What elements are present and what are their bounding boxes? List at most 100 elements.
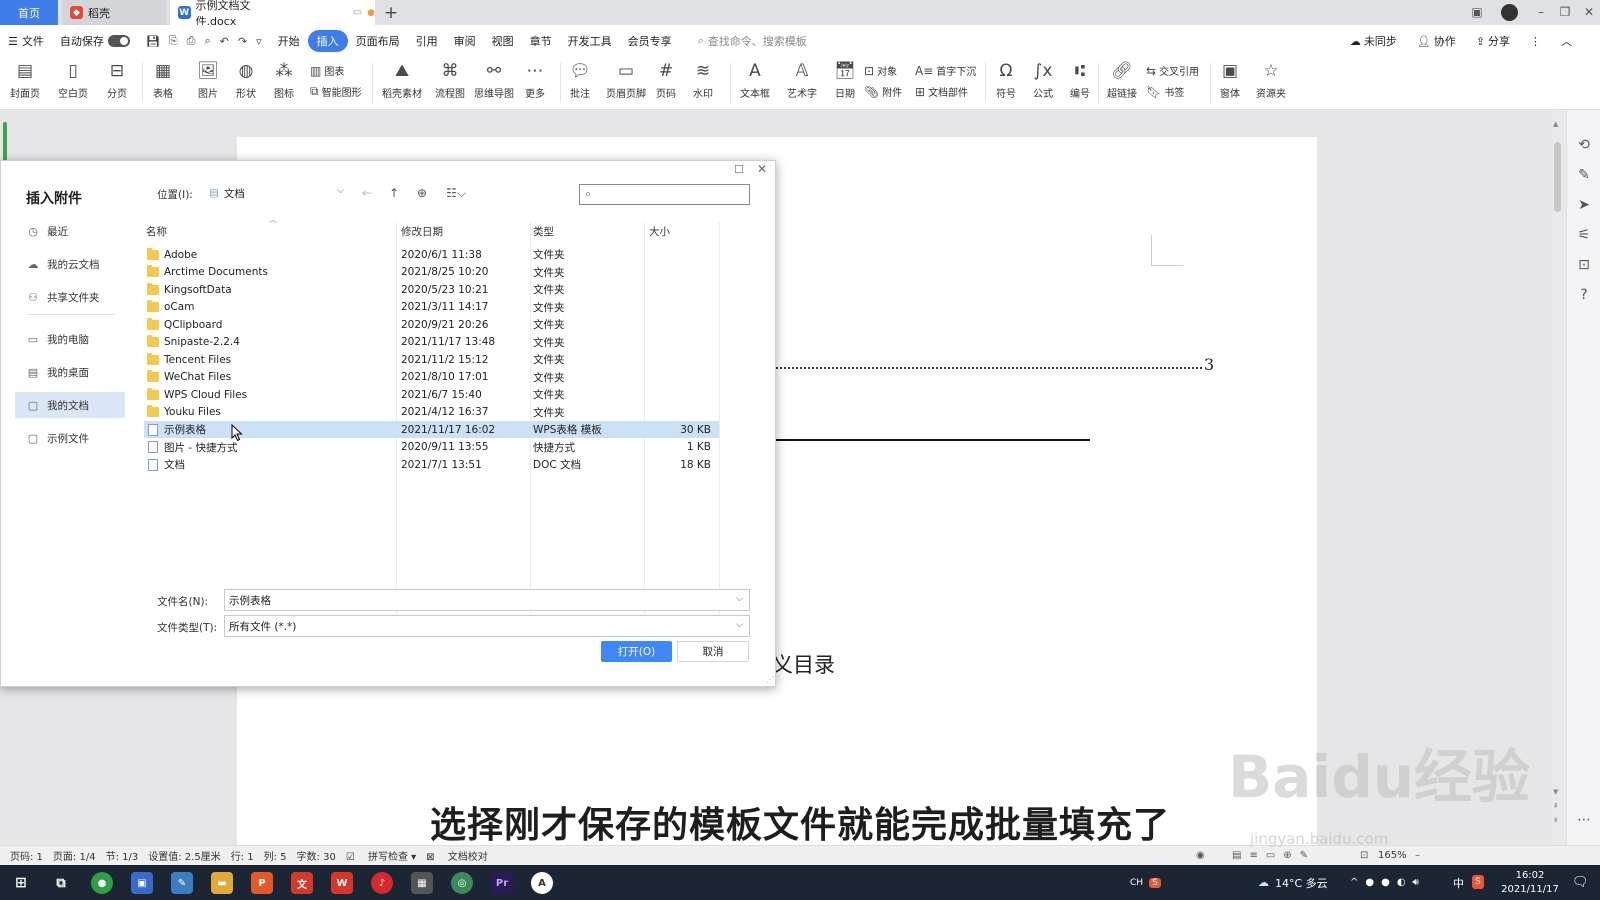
page-number-button[interactable]: # 页码 — [655, 60, 677, 100]
music-app-icon[interactable]: ♪ — [371, 872, 393, 894]
date-button[interactable]: 📅︎ 日期 — [834, 60, 856, 100]
tray-icons[interactable]: ^●●◐🔊︎ — [1350, 865, 1426, 900]
resources-button[interactable]: ☆ 资源夹 — [1256, 60, 1286, 100]
blank-page-button[interactable]: ▯ 空白页 — [58, 60, 88, 100]
more-button[interactable]: ⋯ 更多 — [524, 60, 546, 100]
up-folder-icon[interactable]: ↑ — [385, 184, 403, 202]
page-break-button[interactable]: ⊟ 分页 — [106, 60, 128, 100]
icon-button[interactable]: ⁂ 图标 — [273, 60, 295, 100]
picture-button[interactable]: 🖼︎ 图片 — [197, 60, 219, 100]
ribbon-tab[interactable]: 会员专享 — [620, 30, 680, 52]
file-row[interactable]: 文档 2021/7/1 13:51 DOC 文档 18 KB — [144, 456, 719, 473]
back-icon[interactable]: ← — [358, 184, 376, 202]
more-options-icon[interactable]: ⋯ — [1574, 810, 1594, 830]
window-layout-icon[interactable]: ▣ — [1464, 2, 1490, 22]
chevron-down-icon[interactable]: ⌵ — [736, 620, 743, 630]
dropcap-button[interactable]: A≡ 首字下沉 — [915, 63, 976, 79]
tab-document[interactable]: W 示例文档文件.docx ▭ ● — [170, 0, 375, 28]
vertical-scrollbar[interactable]: ▲ ▼ ⇞ ⇟ — [1553, 120, 1562, 830]
smartart-button[interactable]: ⧉ 智能图形 — [310, 84, 362, 99]
ribbon-tab[interactable]: 审阅 — [446, 30, 484, 52]
avatar[interactable] — [1501, 4, 1518, 21]
new-tab-button[interactable]: + — [380, 2, 402, 24]
autosave-toggle[interactable]: 自动保存 — [52, 30, 138, 52]
ime-language[interactable]: 中 — [1453, 865, 1464, 900]
chrome-icon[interactable]: ● — [91, 872, 113, 894]
file-row[interactable]: WeChat Files 2021/8/10 17:01 文件夹 — [144, 369, 719, 386]
sidebar-item[interactable]: ▭ 我的电脑 — [15, 326, 125, 352]
collapse-ribbon-icon[interactable]: ︿ — [1553, 30, 1580, 52]
scroll-up-icon[interactable]: ▲ — [1553, 120, 1558, 128]
status-pages[interactable]: 页面: 1/4 — [53, 848, 96, 863]
tab-home[interactable]: 首页 — [0, 0, 58, 25]
ribbon-tab[interactable]: 页面布局 — [348, 30, 408, 52]
save-icon[interactable]: 💾︎ — [146, 35, 160, 48]
wordart-button[interactable]: 𝔸 艺术字 — [787, 60, 817, 100]
command-search[interactable]: ⌕ 查找命令、搜索模板 — [690, 30, 815, 52]
ime-indicator[interactable]: CH S — [1130, 865, 1161, 900]
tab-daoke[interactable]: ◆ 稻壳 — [62, 0, 166, 25]
preview-icon[interactable]: ⌕ — [204, 34, 210, 48]
presentation-icon[interactable]: P — [251, 872, 273, 894]
restore-button[interactable]: ❐ — [1552, 2, 1578, 22]
column-date[interactable]: 修改日期 — [401, 222, 443, 240]
app-icon[interactable]: ▣ — [131, 872, 153, 894]
column-name[interactable]: 名称 — [146, 222, 167, 240]
textbox-button[interactable]: A 文本框 — [740, 60, 770, 100]
status-section[interactable]: 节: 1/3 — [106, 848, 139, 863]
attachment-button[interactable]: 📎︎ 附件 — [864, 84, 902, 100]
file-menu[interactable]: ☰ 文件 — [0, 30, 52, 52]
clock[interactable]: 16:02 2021/11/17 — [1500, 869, 1560, 897]
zoom-out-icon[interactable]: – — [1415, 850, 1420, 861]
file-row[interactable]: Tencent Files 2021/11/2 15:12 文件夹 — [144, 351, 719, 368]
sogou-tray-icon[interactable]: S — [1472, 875, 1484, 889]
doc-parts-button[interactable]: ⊞ 文档部件 — [915, 84, 968, 100]
file-row[interactable]: WPS Cloud Files 2021/6/7 15:40 文件夹 — [144, 386, 719, 403]
pen-icon[interactable]: ✎ — [1574, 165, 1594, 185]
zoom-fit-icon[interactable]: ⊡ — [1360, 850, 1368, 861]
image-tool-icon[interactable]: ⊡ — [1574, 255, 1594, 275]
scroll-thumb[interactable] — [1554, 142, 1561, 212]
more-menu-icon[interactable]: ⋮ — [1522, 30, 1549, 52]
spellcheck-button[interactable]: ☑ 拼写检查 ▾ — [346, 848, 416, 863]
open-button[interactable]: 打开(O) — [601, 641, 672, 662]
maximize-dialog-icon[interactable]: ☐ — [734, 163, 744, 176]
chart-button[interactable]: ▥ 图表 — [310, 63, 344, 79]
cross-ref-button[interactable]: ⇆ 交叉引用 — [1146, 63, 1199, 79]
close-dialog-icon[interactable]: ✕ — [757, 162, 767, 176]
customize-icon[interactable]: ▿ — [256, 35, 262, 48]
weather-widget[interactable]: ☁ 14°C 多云 — [1258, 865, 1328, 900]
help-icon[interactable]: ? — [1574, 285, 1594, 305]
file-explorer-icon[interactable]: ▬ — [211, 872, 233, 894]
file-row[interactable]: Arctime Documents 2021/8/25 10:20 文件夹 — [144, 264, 719, 281]
cursor-icon[interactable]: ➤ — [1574, 195, 1594, 215]
browser-icon[interactable]: ◎ — [451, 872, 473, 894]
comment-button[interactable]: 💬︎ 批注 — [569, 60, 591, 100]
file-row[interactable]: oCam 2021/3/11 14:17 文件夹 — [144, 299, 719, 316]
column-size[interactable]: 大小 — [649, 222, 670, 240]
file-row[interactable]: Snipaste-2.2.4 2021/11/17 13:48 文件夹 — [144, 334, 719, 351]
windows-start-icon[interactable]: ⊞ — [10, 872, 32, 894]
table-button[interactable]: ▦ 表格 — [152, 60, 174, 100]
view-mode-icon[interactable]: ☷⌵ — [443, 184, 469, 202]
ribbon-tab[interactable]: 章节 — [522, 30, 560, 52]
status-setting[interactable]: 设置值: 2.5厘米 — [148, 848, 220, 863]
mindmap-button[interactable]: ⚯ 思维导图 — [474, 60, 514, 100]
export-icon[interactable]: ⎘ — [169, 34, 178, 48]
header-footer-button[interactable]: ▭ 页眉页脚 — [606, 60, 646, 100]
notification-icon[interactable]: 🗨︎ — [1572, 865, 1589, 900]
tencent-docs-icon[interactable]: 文 — [291, 872, 313, 894]
autosave-switch[interactable] — [107, 35, 130, 47]
ribbon-tab[interactable]: 插入 — [307, 30, 348, 52]
chevron-down-icon[interactable]: ⌵ — [736, 594, 743, 604]
column-type[interactable]: 类型 — [533, 222, 554, 240]
premiere-icon[interactable]: Pr — [491, 872, 513, 894]
hyperlink-button[interactable]: 🔗︎ 超链接 — [1107, 60, 1137, 100]
formula-button[interactable]: ∫x 公式 — [1032, 60, 1054, 100]
share-button[interactable]: ⇪ 分享 — [1468, 30, 1518, 52]
status-page-number[interactable]: 页码: 1 — [10, 848, 43, 863]
view-mode-icons[interactable]: ▤≡▭⊕✎ — [1232, 850, 1316, 861]
sync-button[interactable]: ☁ 未同步 — [1342, 30, 1405, 52]
filetype-select[interactable]: 所有文件 (*.*) ⌵ — [224, 615, 750, 637]
notepad-icon[interactable]: ✎ — [171, 872, 193, 894]
